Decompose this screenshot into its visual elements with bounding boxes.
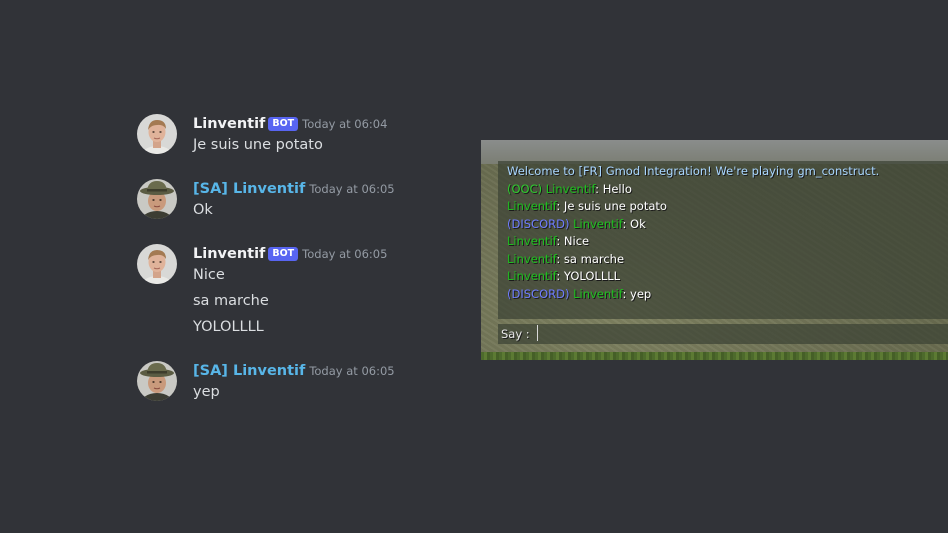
chat-welcome-line: Welcome to [FR] Gmod Integration! We're … — [507, 164, 880, 178]
chat-prefix: (DISCORD) — [507, 287, 574, 301]
message-text: yep — [193, 384, 220, 400]
chat-prefix: (DISCORD) — [507, 217, 574, 231]
chat-text: : Je suis une potato — [556, 199, 667, 213]
ground-edge — [481, 352, 948, 360]
username[interactable]: [SA] Linventif — [193, 181, 305, 197]
avatar-hat-portrait-icon — [137, 179, 177, 219]
avatar[interactable] — [137, 244, 177, 284]
chat-line: Linventif: Je suis une potato — [507, 198, 667, 214]
chat-text: : YOLOLLLL — [556, 269, 621, 283]
avatar-portrait-icon — [137, 244, 177, 284]
username[interactable]: Linventif — [193, 246, 265, 262]
message-text: Nice — [193, 267, 225, 283]
username[interactable]: [SA] Linventif — [193, 363, 305, 379]
chat-player-name: Linventif — [545, 182, 596, 196]
chat-text: : sa marche — [556, 252, 625, 266]
message-text: sa marche — [193, 293, 269, 309]
message-text: Je suis une potato — [193, 137, 323, 153]
chat-text: : Nice — [556, 234, 590, 248]
chat-player-name: Linventif — [573, 287, 623, 301]
timestamp: Today at 06:05 — [302, 247, 388, 261]
bot-tag: BOT — [268, 247, 299, 261]
chat-player-name: Linventif — [573, 217, 623, 231]
say-label: Say : — [501, 327, 530, 341]
avatar[interactable] — [137, 361, 177, 401]
chat-text: : yep — [622, 287, 652, 301]
avatar[interactable] — [137, 114, 177, 154]
chat-text: : Hello — [595, 182, 632, 196]
chat-player-name: Linventif — [507, 269, 557, 283]
timestamp: Today at 06:05 — [309, 182, 395, 196]
bot-tag: BOT — [268, 117, 299, 131]
username[interactable]: Linventif — [193, 116, 265, 132]
chat-text: : Ok — [622, 217, 646, 231]
screenshot-root: Linventif BOT Today at 06:04 Je suis une p… — [0, 0, 948, 533]
chat-line: (OOC) Linventif: Hello — [507, 181, 632, 197]
message-header: [SA] Linventif Today at 06:05 — [193, 179, 395, 198]
avatar-hat-portrait-icon — [137, 361, 177, 401]
message-text: Ok — [193, 202, 213, 218]
chat-line: (DISCORD) Linventif: yep — [507, 286, 651, 302]
timestamp: Today at 06:05 — [309, 364, 395, 378]
chat-line: (DISCORD) Linventif: Ok — [507, 216, 646, 232]
chat-line: Linventif: Nice — [507, 233, 589, 249]
chat-player-name: Linventif — [507, 252, 557, 266]
avatar-portrait-icon — [137, 114, 177, 154]
chat-line: Linventif: sa marche — [507, 251, 624, 267]
say-bar: Say : — [498, 324, 948, 344]
gmod-game-view: Welcome to [FR] Gmod Integration! We're … — [481, 140, 948, 360]
chat-player-name: Linventif — [507, 199, 557, 213]
message-header: Linventif BOT Today at 06:05 — [193, 244, 387, 263]
message-header: [SA] Linventif Today at 06:05 — [193, 361, 395, 380]
chat-player-name: Linventif — [507, 234, 557, 248]
message-header: Linventif BOT Today at 06:04 — [193, 114, 387, 133]
chat-line: Linventif: YOLOLLLL — [507, 268, 620, 284]
avatar[interactable] — [137, 179, 177, 219]
gmod-chatbox[interactable]: Welcome to [FR] Gmod Integration! We're … — [498, 161, 948, 319]
chat-prefix: (OOC) — [507, 182, 546, 196]
say-input[interactable] — [537, 325, 948, 341]
timestamp: Today at 06:04 — [302, 117, 388, 131]
message-text: YOLOLLLL — [193, 319, 264, 335]
